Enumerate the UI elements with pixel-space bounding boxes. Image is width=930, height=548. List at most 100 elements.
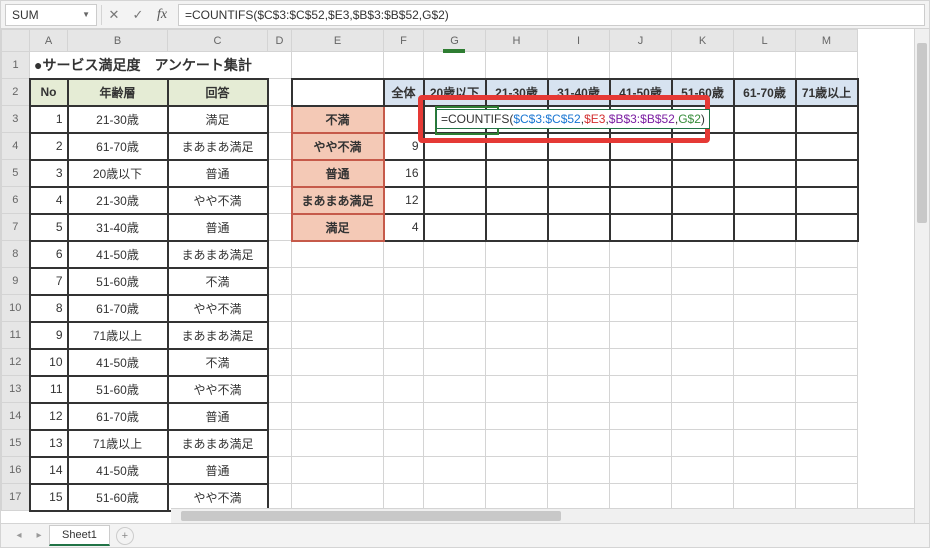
cell-age[interactable]: 71歳以上 [68, 322, 168, 349]
cell[interactable] [672, 160, 734, 187]
prev-sheet-button[interactable]: ▸ [29, 530, 49, 541]
col-header[interactable]: D [268, 30, 292, 52]
cell[interactable] [734, 160, 796, 187]
cell[interactable] [734, 457, 796, 484]
cell[interactable] [796, 160, 858, 187]
cell[interactable] [486, 160, 548, 187]
chevron-down-icon[interactable]: ▼ [82, 10, 90, 19]
cell[interactable] [424, 322, 486, 349]
cell-answer[interactable]: やや不満 [168, 376, 268, 403]
row-header[interactable]: 1 [2, 52, 30, 79]
cell[interactable] [292, 79, 384, 106]
cell[interactable] [486, 214, 548, 241]
cell[interactable] [548, 403, 610, 430]
cell-no[interactable]: 10 [30, 349, 68, 376]
cell[interactable] [734, 187, 796, 214]
cell[interactable] [734, 403, 796, 430]
col-header[interactable]: A [30, 30, 68, 52]
cell-age[interactable]: 71歳以上 [68, 430, 168, 457]
worksheet-area[interactable]: ABCDEFGHIJKLM1 ●サービス満足度 アンケート集計2No年齢層回答全… [1, 29, 929, 523]
cancel-formula-button[interactable]: ✕ [102, 4, 126, 26]
cell-age[interactable]: 41-50歳 [68, 349, 168, 376]
row-header[interactable]: 14 [2, 403, 30, 430]
cell[interactable] [548, 160, 610, 187]
cell[interactable] [672, 349, 734, 376]
col-header[interactable]: K [672, 30, 734, 52]
name-box[interactable]: SUM ▼ [5, 4, 97, 26]
cell-total[interactable]: 12 [384, 187, 424, 214]
cell-no[interactable]: 12 [30, 403, 68, 430]
cell[interactable] [384, 376, 424, 403]
cell[interactable] [672, 484, 734, 511]
cell[interactable] [292, 430, 384, 457]
cell-answer[interactable]: 普通 [168, 457, 268, 484]
row-header[interactable]: 15 [2, 430, 30, 457]
cell-age[interactable]: 21-30歳 [68, 187, 168, 214]
cell[interactable] [796, 268, 858, 295]
cell[interactable] [796, 430, 858, 457]
cell-total[interactable]: 4 [384, 214, 424, 241]
col-header[interactable]: J [610, 30, 672, 52]
cell[interactable] [796, 484, 858, 511]
cell[interactable] [672, 376, 734, 403]
row-header[interactable]: 8 [2, 241, 30, 268]
cell[interactable] [610, 160, 672, 187]
cell[interactable] [734, 484, 796, 511]
cell-edit-overlay[interactable]: =COUNTIFS($C$3:$C$52,$E3,$B$3:$B$52,G$2) [436, 109, 710, 129]
cell-no[interactable]: 7 [30, 268, 68, 295]
cell[interactable] [610, 241, 672, 268]
cell[interactable] [734, 268, 796, 295]
cell-age[interactable]: 51-60歳 [68, 376, 168, 403]
cell-age[interactable]: 61-70歳 [68, 133, 168, 160]
cell[interactable] [486, 430, 548, 457]
cell[interactable] [268, 160, 292, 187]
row-header[interactable]: 11 [2, 322, 30, 349]
cell[interactable] [424, 430, 486, 457]
cell[interactable] [610, 268, 672, 295]
cell[interactable] [548, 484, 610, 511]
cell[interactable] [486, 133, 548, 160]
cell-age[interactable]: 41-50歳 [68, 457, 168, 484]
scroll-thumb[interactable] [181, 511, 561, 521]
cell[interactable] [292, 295, 384, 322]
cell-no[interactable]: 4 [30, 187, 68, 214]
add-sheet-button[interactable]: + [116, 527, 134, 545]
cell[interactable] [548, 349, 610, 376]
cell[interactable] [734, 349, 796, 376]
cell[interactable] [610, 214, 672, 241]
cell[interactable] [486, 52, 548, 79]
cell[interactable] [268, 187, 292, 214]
cell-age[interactable]: 51-60歳 [68, 484, 168, 511]
cell[interactable] [796, 349, 858, 376]
row-header[interactable]: 12 [2, 349, 30, 376]
cell[interactable] [734, 133, 796, 160]
cell[interactable] [268, 403, 292, 430]
cell[interactable] [292, 484, 384, 511]
row-header[interactable]: 2 [2, 79, 30, 106]
cell[interactable] [292, 349, 384, 376]
cell[interactable] [672, 268, 734, 295]
cell[interactable] [268, 295, 292, 322]
cell[interactable] [610, 376, 672, 403]
cell[interactable] [424, 52, 486, 79]
cell-answer[interactable]: まあまあ満足 [168, 133, 268, 160]
cell[interactable] [734, 322, 796, 349]
cell[interactable] [486, 187, 548, 214]
cell-no[interactable]: 1 [30, 106, 68, 133]
cell-age[interactable]: 61-70歳 [68, 403, 168, 430]
cell[interactable] [424, 376, 486, 403]
cell[interactable] [610, 322, 672, 349]
col-header[interactable]: M [796, 30, 858, 52]
cell[interactable] [486, 268, 548, 295]
cell[interactable] [424, 268, 486, 295]
cell[interactable] [548, 322, 610, 349]
cell[interactable] [292, 268, 384, 295]
cell-no[interactable]: 15 [30, 484, 68, 511]
cell-answer[interactable]: 不満 [168, 268, 268, 295]
cell[interactable] [610, 403, 672, 430]
cell-answer[interactable]: まあまあ満足 [168, 430, 268, 457]
cell[interactable] [796, 187, 858, 214]
cell[interactable] [268, 457, 292, 484]
cell[interactable] [734, 214, 796, 241]
cell[interactable] [424, 457, 486, 484]
